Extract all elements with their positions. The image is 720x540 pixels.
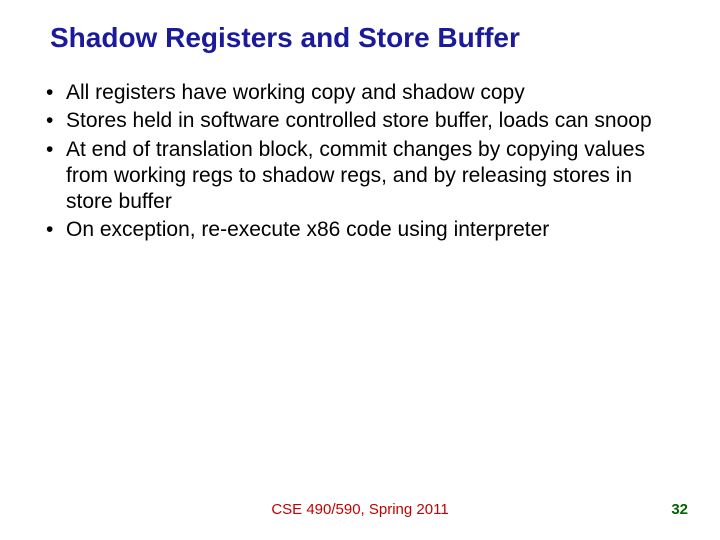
page-number: 32 — [671, 501, 688, 518]
list-item: All registers have working copy and shad… — [40, 80, 680, 106]
list-item: On exception, re-execute x86 code using … — [40, 217, 680, 243]
slide-title: Shadow Registers and Store Buffer — [50, 22, 680, 54]
bullet-list: All registers have working copy and shad… — [40, 80, 680, 244]
list-item: Stores held in software controlled store… — [40, 108, 680, 134]
list-item: At end of translation block, commit chan… — [40, 137, 680, 216]
footer-course: CSE 490/590, Spring 2011 — [0, 501, 720, 518]
